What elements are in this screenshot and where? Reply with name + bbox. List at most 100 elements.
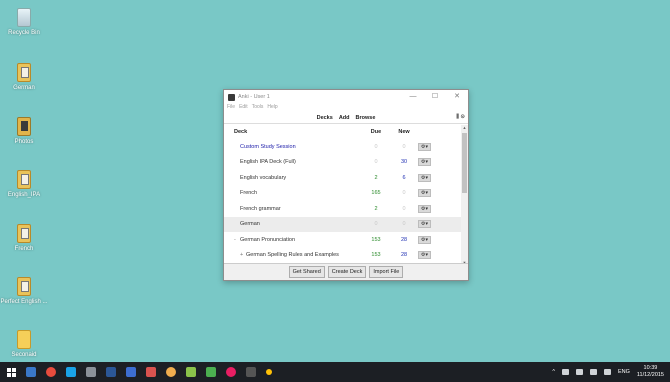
- desktop-icon-label: Seconaid: [11, 352, 37, 358]
- app-icon[interactable]: [126, 367, 136, 377]
- add-link[interactable]: Add: [339, 115, 350, 121]
- app-icon[interactable]: [86, 367, 96, 377]
- new-count: 30: [400, 159, 408, 166]
- deck-row[interactable]: - German Pronunciation 153 28 ⚙▾: [224, 232, 468, 248]
- get-shared-button[interactable]: Get Shared: [288, 266, 325, 278]
- deck-options-gear-icon[interactable]: ⚙▾: [418, 189, 431, 198]
- scroll-up-icon[interactable]: ▲: [461, 125, 468, 130]
- deck-options-gear-icon[interactable]: ⚙▾: [418, 173, 431, 182]
- close-button[interactable]: ✕: [446, 90, 468, 104]
- app-icon[interactable]: [266, 369, 272, 375]
- word-icon[interactable]: [106, 367, 116, 377]
- due-count: 0: [374, 221, 378, 228]
- deck-options-gear-icon[interactable]: ⚙▾: [418, 235, 431, 244]
- deck-name[interactable]: English vocabulary: [240, 175, 286, 181]
- deck-name[interactable]: German: [240, 221, 260, 227]
- deck-list: Deck Due New Custom Study Session 0 0 ⚙▾…: [224, 125, 468, 265]
- deck-row[interactable]: French 165 0 ⚙▾: [224, 186, 468, 202]
- scrollbar-thumb[interactable]: [462, 133, 467, 193]
- app-icon[interactable]: [166, 367, 176, 377]
- document-icon: [17, 63, 31, 82]
- sync-icon[interactable]: ⫼ ⊙: [456, 114, 465, 121]
- deck-options-gear-icon[interactable]: ⚙▾: [418, 251, 431, 260]
- app-icon[interactable]: [206, 367, 216, 377]
- network-icon[interactable]: [561, 369, 569, 375]
- app-icon[interactable]: [186, 367, 196, 377]
- taskbar: ^ ENG 10:39 11/12/2015: [0, 362, 670, 382]
- app-icon[interactable]: [226, 367, 236, 377]
- menu-bar: File Edit Tools Help: [224, 104, 468, 112]
- deck-row-current[interactable]: German 0 0 ⚙▾: [224, 216, 468, 232]
- document-icon: [17, 224, 31, 243]
- main-toolbar: Decks Add Browse ⫼ ⊙: [224, 112, 468, 124]
- system-tray: ^ ENG 10:39 11/12/2015: [552, 362, 664, 382]
- menu-file[interactable]: File: [227, 104, 235, 112]
- desktop-icon-seconaid[interactable]: Seconaid: [0, 330, 48, 359]
- desktop-icon-photos[interactable]: Photos: [0, 117, 48, 146]
- deck-options-gear-icon[interactable]: ⚙▾: [418, 204, 431, 213]
- clock[interactable]: 10:39 11/12/2015: [637, 365, 664, 379]
- desktop-icon-label: Photos: [14, 139, 34, 145]
- desktop-icon-label: French: [14, 246, 34, 252]
- deck-options-gear-icon[interactable]: ⚙▾: [418, 220, 431, 229]
- desktop-icon-perfect-english[interactable]: Perfect English ...: [0, 277, 48, 306]
- document-icon: [17, 277, 31, 296]
- taskbar-apps: [26, 367, 272, 377]
- deck-row[interactable]: French grammar 2 0 ⚙▾: [224, 201, 468, 217]
- deck-options-gear-icon[interactable]: ⚙▾: [418, 142, 431, 151]
- menu-help[interactable]: Help: [267, 104, 277, 112]
- window-title: Anki - User 1: [238, 94, 270, 100]
- new-count: 28: [400, 236, 408, 243]
- file-explorer-icon[interactable]: [26, 367, 36, 377]
- deck-name[interactable]: French grammar: [240, 206, 281, 212]
- bottom-bar: Get Shared Create Deck Import File: [224, 263, 468, 280]
- chrome-icon[interactable]: [46, 367, 56, 377]
- desktop-icon-label: Perfect English ...: [0, 299, 48, 305]
- deck-row[interactable]: + German Spelling Rules and Examples 153 …: [224, 248, 468, 264]
- new-count: 0: [402, 221, 406, 228]
- deck-list-scrollbar[interactable]: ▲ ▼: [461, 125, 468, 265]
- clock-time: 10:39: [643, 365, 658, 371]
- app-icon[interactable]: [246, 367, 256, 377]
- title-bar[interactable]: Anki - User 1 — ☐ ✕: [224, 90, 468, 104]
- deck-column-header: Deck: [234, 129, 248, 135]
- deck-row[interactable]: English IPA Deck (Full) 0 30 ⚙▾: [224, 155, 468, 171]
- deck-options-gear-icon[interactable]: ⚙▾: [418, 158, 431, 167]
- due-count: 165: [371, 190, 381, 197]
- desktop-icon-german[interactable]: German: [0, 63, 48, 92]
- chevron-up-icon[interactable]: ^: [552, 369, 555, 375]
- deck-name[interactable]: German Spelling Rules and Examples: [246, 252, 339, 258]
- due-count: 2: [374, 205, 378, 212]
- new-count: 0: [402, 143, 406, 150]
- deck-row[interactable]: Custom Study Session 0 0 ⚙▾: [224, 139, 468, 155]
- language-indicator[interactable]: ENG: [618, 369, 630, 375]
- desktop-icon-label: English_IPA: [7, 192, 41, 198]
- message-icon[interactable]: [589, 369, 597, 375]
- desktop-icon-french[interactable]: French: [0, 224, 48, 253]
- app-icon[interactable]: [146, 367, 156, 377]
- anki-window: Anki - User 1 — ☐ ✕ File Edit Tools Help…: [223, 89, 469, 281]
- minimize-button[interactable]: —: [402, 90, 424, 104]
- deck-row[interactable]: English vocabulary 2 6 ⚙▾: [224, 170, 468, 186]
- maximize-button[interactable]: ☐: [424, 90, 446, 104]
- desktop-icon-recycle-bin[interactable]: Recycle Bin: [0, 8, 48, 37]
- deck-name[interactable]: Custom Study Session: [240, 144, 296, 150]
- browse-link[interactable]: Browse: [356, 115, 376, 121]
- import-file-button[interactable]: Import File: [369, 266, 404, 278]
- menu-edit[interactable]: Edit: [239, 104, 248, 112]
- deck-name[interactable]: German Pronunciation: [240, 237, 295, 243]
- keyboard-icon[interactable]: [603, 369, 611, 375]
- due-count: 153: [371, 252, 381, 259]
- desktop-icon-english-ipa[interactable]: English_IPA: [0, 170, 48, 199]
- menu-tools[interactable]: Tools: [252, 104, 264, 112]
- battery-icon[interactable]: [575, 369, 583, 375]
- deck-name[interactable]: French: [240, 190, 257, 196]
- decks-link[interactable]: Decks: [317, 115, 333, 121]
- due-count: 2: [374, 174, 378, 181]
- deck-name[interactable]: English IPA Deck (Full): [240, 159, 296, 165]
- skype-icon[interactable]: [66, 367, 76, 377]
- due-count: 0: [374, 159, 378, 166]
- windows-logo-icon: [6, 367, 16, 377]
- create-deck-button[interactable]: Create Deck: [327, 266, 367, 278]
- start-button[interactable]: [0, 362, 22, 382]
